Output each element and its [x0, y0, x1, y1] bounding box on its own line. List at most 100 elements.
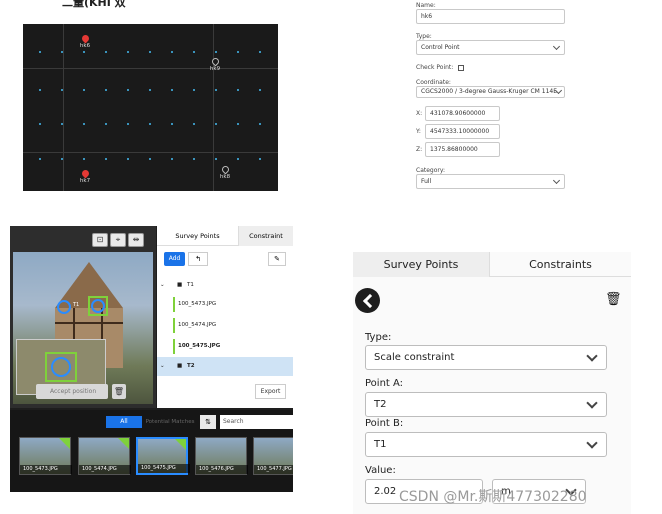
category-select[interactable]: Full — [416, 174, 565, 189]
thumbnail-selected[interactable]: 100_5475.JPG — [136, 437, 190, 475]
constraint-tabs: Survey Points Constraints — [353, 252, 631, 277]
z-field[interactable]: 1375.86800000 — [425, 142, 500, 157]
fit-view-icon[interactable]: ⊡ — [92, 233, 108, 247]
x-label: X: — [416, 110, 423, 117]
chevron-down-icon[interactable]: ⌄ — [160, 276, 165, 295]
list-item-image[interactable]: 100_5475.JPG — [157, 337, 293, 356]
photo-label-t1: T1 — [73, 302, 80, 308]
thumbnail-label: 100_5475.JPG — [138, 464, 190, 473]
name-label: Name: — [416, 2, 436, 9]
thumbnail-strip: All Potential Matches ⇅ Search 100_5473.… — [10, 410, 293, 492]
check-icon — [59, 438, 70, 449]
value-label: Value: — [365, 465, 396, 476]
list-item-t2[interactable]: ⌄ ■ T2 — [157, 357, 293, 376]
edit-icon[interactable]: ✎ — [268, 252, 286, 266]
thumbnail-label: 100_5473.JPG — [20, 465, 72, 474]
point-a-select[interactable]: T2 — [365, 392, 607, 417]
thumbnail[interactable]: 100_5477.JPG — [253, 437, 293, 475]
z-row: Z: 1375.86800000 — [416, 142, 568, 157]
chevron-down-icon — [586, 350, 598, 362]
thumbnail-label: 100_5474.JPG — [79, 465, 131, 474]
target-t1-icon[interactable] — [57, 300, 71, 314]
check-point-checkbox[interactable] — [458, 64, 465, 71]
value-input-text: 2.02 — [374, 486, 397, 497]
constraint-panel: Survey Points Constraints 🗑 Type: Scale … — [353, 252, 631, 514]
tab-constraints[interactable]: Constraints — [490, 252, 631, 277]
grid-line — [23, 68, 278, 69]
image-label: 100_5473.JPG — [173, 297, 216, 312]
import-icon[interactable]: ↰ — [188, 252, 208, 266]
pin-marker-icon — [220, 164, 230, 175]
point-b-select-value: T1 — [374, 439, 387, 450]
survey-sidebar: Survey Points Constraint Add ↰ ✎ ⌄ ■ T1 … — [157, 226, 293, 408]
thumbnail[interactable]: 100_5476.JPG — [195, 437, 248, 475]
point-icon: ■ — [177, 282, 183, 288]
coordinate-select[interactable]: CGCS2000 / 3-degree Gauss-Kruger CM 114E — [416, 86, 565, 98]
y-row: Y: 4547333.10000000 — [416, 124, 568, 139]
list-item-t1[interactable]: ⌄ ■ T1 — [157, 276, 293, 295]
back-button[interactable] — [355, 288, 380, 313]
ruler-icon[interactable]: ⇹ — [128, 233, 144, 247]
point-a-select-value: T2 — [374, 399, 387, 410]
dot-row — [29, 158, 277, 160]
coordinate-select-value: CGCS2000 / 3-degree Gauss-Kruger CM 114E — [421, 88, 557, 95]
point-properties-form: Name: hk6 Type: Control Point Check Poin… — [416, 0, 568, 189]
check-icon — [175, 439, 186, 450]
coordinate-label: Coordinate: — [416, 79, 451, 86]
search-input[interactable]: Search — [220, 415, 293, 429]
dot-row — [29, 89, 277, 91]
pin-marker-icon — [80, 168, 90, 179]
check-icon — [118, 438, 129, 449]
x-row: X: 431078.90600000 — [416, 106, 568, 121]
thumbnail-label: 100_5476.JPG — [196, 465, 248, 474]
cut-heading: 二量(KHI 双 — [62, 0, 126, 9]
x-field[interactable]: 431078.90600000 — [425, 106, 500, 121]
trash-icon[interactable]: 🗑 — [605, 292, 622, 307]
beam — [55, 322, 123, 324]
y-field[interactable]: 4547333.10000000 — [425, 124, 500, 139]
name-field[interactable]: hk6 — [416, 9, 565, 24]
category-label: Category: — [416, 167, 445, 174]
map-pin-hk9[interactable]: hk9 — [206, 56, 224, 72]
image-viewer[interactable]: ⊡ ⌖ ⇹ T1 Accept position 🗑 — [10, 226, 156, 408]
list-item-image[interactable]: 100_5473.JPG — [157, 295, 293, 314]
type-select[interactable]: Control Point — [416, 40, 565, 55]
tab-survey-points[interactable]: Survey Points — [353, 252, 490, 277]
type-select-value: Control Point — [421, 44, 460, 51]
map-pin-hk8[interactable]: hk8 — [216, 164, 234, 180]
pin-marker-icon — [80, 33, 90, 44]
chevron-down-icon — [552, 42, 561, 51]
tab-survey-points[interactable]: Survey Points — [157, 226, 239, 246]
chevron-down-icon — [552, 176, 561, 185]
add-button[interactable]: Add — [164, 252, 185, 266]
check-point-row: Check Point: — [416, 64, 568, 71]
filter-all-tab[interactable]: All — [106, 416, 142, 428]
image-label: 100_5475.JPG — [173, 339, 220, 354]
thumbnail[interactable]: 100_5474.JPG — [78, 437, 131, 475]
point-label: T1 — [187, 282, 194, 288]
binoculars-icon[interactable]: ⌖ — [110, 233, 126, 247]
point-b-select[interactable]: T1 — [365, 432, 607, 457]
trash-icon[interactable]: 🗑 — [112, 384, 126, 399]
chevron-down-icon[interactable]: ⌄ — [160, 357, 165, 376]
check-point-label: Check Point: — [416, 64, 454, 71]
photo-app-window: ⊡ ⌖ ⇹ T1 Accept position 🗑 Survey Points… — [10, 226, 293, 492]
thumbnail[interactable]: 100_5473.JPG — [19, 437, 72, 475]
list-item-image[interactable]: 100_5474.JPG — [157, 316, 293, 335]
sort-icon[interactable]: ⇅ — [200, 415, 216, 429]
map-pin-hk7[interactable]: hk7 — [76, 168, 94, 184]
filter-potential-tab[interactable]: Potential Matches — [142, 416, 198, 428]
export-button[interactable]: Export — [255, 384, 286, 399]
thumbnail-label: 100_5477.JPG — [254, 465, 293, 474]
grid-line — [213, 24, 214, 191]
target-t2-icon[interactable] — [91, 299, 105, 313]
map-view[interactable]: hk6 hk9 hk7 hk8 — [23, 24, 278, 191]
tab-constraints[interactable]: Constraint — [239, 226, 293, 246]
point-a-label: Point A: — [365, 378, 404, 389]
type-label: Type: — [416, 33, 432, 40]
type-select[interactable]: Scale constraint — [365, 345, 607, 370]
screenshot-collage: 二量(KHI 双 hk6 hk9 hk7 hk8 Name: hk6 Type: — [0, 0, 662, 514]
accept-position-button[interactable]: Accept position — [36, 384, 108, 399]
watermark: CSDN @Mr.斯斯477302280 — [399, 489, 587, 505]
map-pin-hk6[interactable]: hk6 — [76, 33, 94, 49]
